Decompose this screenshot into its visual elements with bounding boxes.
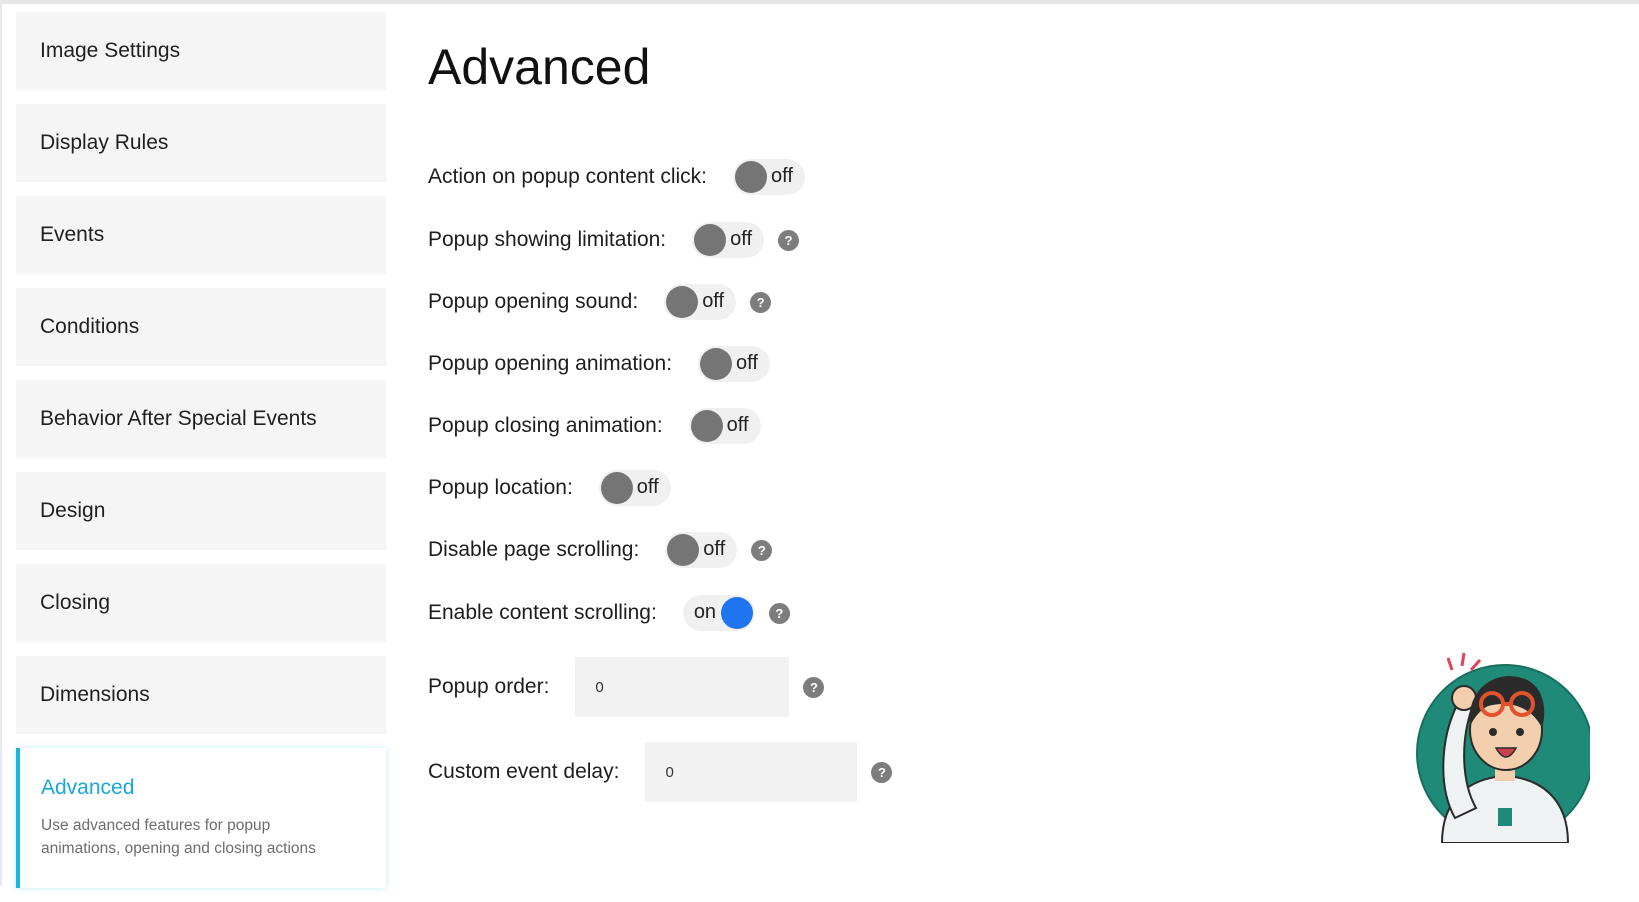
sidebar-item-design[interactable]: Design <box>16 472 386 550</box>
sidebar-item-label: Conditions <box>40 315 140 338</box>
sidebar-item-image-settings[interactable]: Image Settings <box>16 12 386 90</box>
setting-row-opening-sound: Popup opening sound: off ? <box>428 282 772 322</box>
page-title: Advanced <box>428 39 651 95</box>
setting-label: Popup order: <box>428 675 550 698</box>
setting-label: Popup closing animation: <box>428 414 663 437</box>
toggle-state-label: off <box>726 414 749 436</box>
setting-label: Custom event delay: <box>428 760 620 783</box>
opening-animation-toggle[interactable]: off <box>698 346 771 382</box>
sidebar-item-advanced[interactable]: Advanced Use advanced features for popup… <box>16 748 386 888</box>
toggle-knob <box>735 161 768 193</box>
sidebar-item-dimensions[interactable]: Dimensions <box>16 656 386 734</box>
toggle-state-label: off <box>730 228 753 250</box>
setting-row-showing-limitation: Popup showing limitation: off ? <box>428 220 800 260</box>
sidebar-item-label: Events <box>40 223 105 246</box>
sidebar-item-conditions[interactable]: Conditions <box>16 288 386 366</box>
toggle-knob <box>700 348 733 380</box>
toggle-knob <box>666 286 699 318</box>
sidebar-item-closing[interactable]: Closing <box>16 564 386 642</box>
sidebar-item-description: Use advanced features for popup animatio… <box>41 817 316 857</box>
enable-content-scrolling-toggle[interactable]: on <box>682 595 755 631</box>
setting-label: Popup showing limitation: <box>428 228 667 251</box>
toggle-knob <box>694 224 727 256</box>
sidebar-item-behavior-after-special-events[interactable]: Behavior After Special Events <box>16 380 386 458</box>
toggle-state-label: off <box>771 165 793 187</box>
setting-row-enable-content-scrolling: Enable content scrolling: on ? <box>428 593 790 633</box>
toggle-knob <box>690 410 723 442</box>
setting-row-action-on-content-click: Action on popup content click: off <box>428 157 806 197</box>
setting-label: Disable page scrolling: <box>428 538 640 561</box>
action-on-content-click-toggle[interactable]: off <box>733 159 806 195</box>
sidebar-item-label: Closing <box>40 591 111 614</box>
setting-row-popup-order: Popup order: ? <box>428 657 825 717</box>
setting-label: Enable content scrolling: <box>428 601 657 624</box>
help-icon[interactable]: ? <box>871 761 893 783</box>
toggle-state-label: on <box>693 601 717 623</box>
sidebar-item-label: Display Rules <box>40 131 169 154</box>
sidebar-item-label: Image Settings <box>40 39 181 62</box>
toggle-state-label: off <box>702 290 725 312</box>
sidebar-item-events[interactable]: Events <box>16 196 386 274</box>
help-icon[interactable]: ? <box>768 602 790 624</box>
sidebar-item-label: Design <box>40 499 106 522</box>
setting-row-custom-event-delay: Custom event delay: ? <box>428 742 893 802</box>
left-border <box>0 0 2 886</box>
setting-label: Action on popup content click: <box>428 165 708 188</box>
setting-row-opening-animation: Popup opening animation: off <box>428 344 771 384</box>
setting-row-popup-location: Popup location: off <box>428 468 671 508</box>
toggle-knob <box>720 597 753 629</box>
sidebar-item-label: Dimensions <box>40 683 150 706</box>
popup-order-input[interactable] <box>575 657 790 717</box>
setting-label: Popup location: <box>428 476 573 499</box>
toggle-knob <box>600 472 633 504</box>
opening-sound-toggle[interactable]: off <box>664 284 737 320</box>
setting-label: Popup opening animation: <box>428 352 673 375</box>
custom-event-delay-input[interactable] <box>645 742 858 802</box>
popup-location-toggle[interactable]: off <box>598 470 671 506</box>
toggle-state-label: off <box>736 352 758 374</box>
toggle-state-label: off <box>636 476 659 498</box>
sidebar-item-display-rules[interactable]: Display Rules <box>16 104 386 182</box>
sidebar-item-label: Advanced <box>41 776 135 799</box>
toggle-state-label: off <box>703 538 726 560</box>
sidebar-item-label: Behavior After Special Events <box>40 407 317 430</box>
settings-sidebar: Image Settings Display Rules Events Cond… <box>16 12 386 902</box>
closing-animation-toggle[interactable]: off <box>688 408 761 444</box>
mascot-illustration <box>1416 652 1590 843</box>
help-icon[interactable]: ? <box>778 229 800 251</box>
showing-limitation-toggle[interactable]: off <box>692 222 765 258</box>
top-border <box>0 0 1639 4</box>
disable-page-scrolling-toggle[interactable]: off <box>665 532 738 568</box>
setting-row-closing-animation: Popup closing animation: off <box>428 406 761 446</box>
help-icon[interactable]: ? <box>803 676 825 698</box>
toggle-knob <box>667 534 700 566</box>
setting-row-disable-page-scrolling: Disable page scrolling: off ? <box>428 530 773 570</box>
help-icon[interactable]: ? <box>750 291 772 313</box>
help-icon[interactable]: ? <box>751 539 773 561</box>
setting-label: Popup opening sound: <box>428 290 639 313</box>
